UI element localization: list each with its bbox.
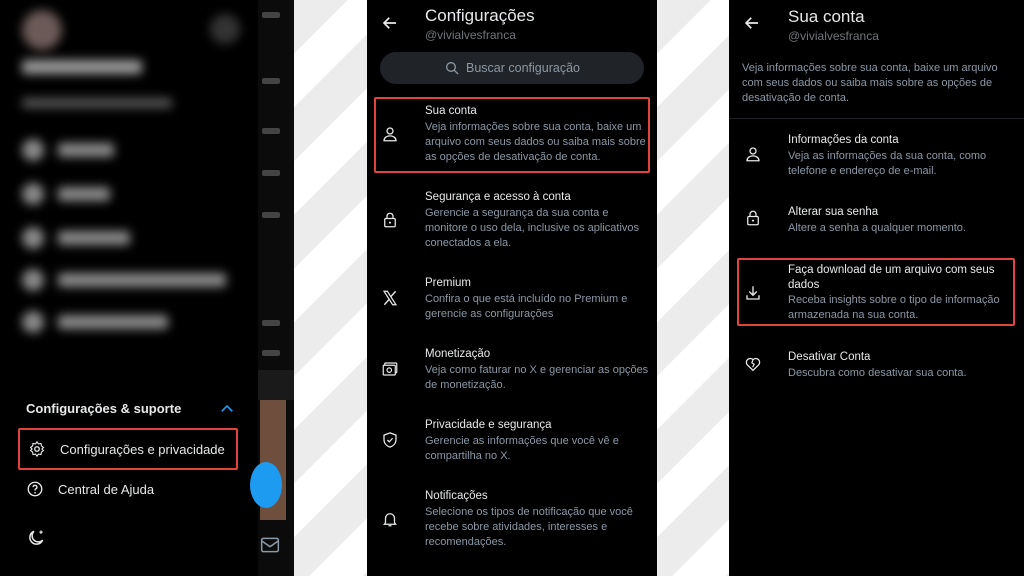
settings-item-title: Premium — [425, 277, 472, 289]
person-icon — [383, 127, 397, 142]
download-icon — [746, 286, 760, 300]
timeline-blurred-item — [262, 128, 280, 134]
search-placeholder: Buscar configuração — [466, 61, 580, 75]
settings-privacy-label: Configurações e privacidade — [60, 441, 225, 457]
mail-icon[interactable] — [260, 536, 280, 554]
menu-item-blurred[interactable] — [22, 311, 168, 333]
page-title: Sua conta — [788, 7, 865, 26]
profile-stats-blurred — [22, 98, 172, 108]
settings-item-title: Notificações — [425, 490, 488, 502]
account-item-description: Veja as informações da sua conta, como t… — [788, 150, 987, 177]
profile-name-blurred — [22, 60, 142, 74]
account-item-description: Receba insights sobre o tipo de informaç… — [788, 294, 1000, 321]
settings-item-description: Gerencie as informações que você vê e co… — [425, 435, 619, 462]
settings-item-security[interactable]: Segurança e acesso à conta Gerencie a se… — [375, 191, 651, 253]
settings-item-title: Segurança e acesso à conta — [425, 191, 571, 203]
side-menu-panel: Configurações & suporte Configurações e … — [0, 0, 294, 576]
background-pattern — [657, 0, 729, 576]
account-item-title: Alterar sua senha — [788, 206, 879, 218]
compose-button[interactable] — [250, 462, 282, 508]
settings-item-privacy[interactable]: Privacidade e segurança Gerencie as info… — [375, 419, 651, 465]
settings-item-title: Monetização — [425, 348, 491, 360]
settings-item-description: Veja informações sobre sua conta, baixe … — [425, 121, 646, 163]
timeline-card — [258, 370, 294, 400]
download-data-item[interactable]: Faça download de um arquivo com seus dad… — [737, 263, 1021, 323]
broken-heart-icon — [745, 357, 761, 372]
settings-privacy-item[interactable]: Configurações e privacidade — [18, 428, 238, 470]
account-item-description: Descubra como desativar sua conta. — [788, 367, 967, 379]
settings-panel: Configurações @vivialvesfranca Buscar co… — [367, 0, 657, 576]
x-logo-icon — [382, 290, 398, 306]
menu-item-blurred[interactable] — [22, 227, 130, 249]
settings-item-description: Confira o que está incluído no Premium e… — [425, 293, 628, 320]
settings-item-monetization[interactable]: Monetização Veja como faturar no X e ger… — [375, 348, 651, 394]
menu-item-blurred[interactable] — [22, 269, 226, 291]
divider — [729, 118, 1024, 119]
help-center-label: Central de Ajuda — [58, 481, 155, 497]
help-center-item[interactable]: Central de Ajuda — [18, 468, 154, 510]
person-icon — [746, 147, 760, 162]
settings-support-heading[interactable]: Configurações & suporte — [26, 401, 181, 416]
timeline-blurred-item — [262, 320, 280, 326]
settings-item-description: Gerencie a segurança da sua conta e moni… — [425, 207, 640, 249]
background-pattern — [294, 0, 367, 576]
shield-icon — [383, 432, 397, 448]
account-info-item[interactable]: Informações da conta Veja as informações… — [737, 133, 1021, 181]
user-handle: @vivialvesfranca — [788, 29, 879, 43]
account-item-title: Desativar Conta — [788, 351, 871, 363]
menu-item-blurred[interactable] — [22, 183, 110, 205]
account-intro-text: Veja informações sobre sua conta, baixe … — [742, 62, 998, 104]
help-icon — [27, 481, 43, 497]
settings-item-title: Privacidade e segurança — [425, 419, 552, 431]
bell-icon — [383, 513, 397, 527]
account-item-title: Informações da conta — [788, 134, 899, 146]
back-arrow-icon[interactable] — [743, 14, 761, 32]
search-icon — [446, 62, 459, 75]
menu-item-blurred[interactable] — [22, 139, 114, 161]
account-item-description: Altere a senha a qualquer momento. — [788, 222, 966, 234]
lock-icon — [384, 212, 396, 228]
money-icon — [382, 362, 398, 376]
chevron-up-icon[interactable] — [218, 400, 236, 418]
your-account-panel: Sua conta @vivialvesfranca Veja informaç… — [729, 0, 1024, 576]
deactivate-account-item[interactable]: Desativar Conta Descubra como desativar … — [737, 350, 1021, 384]
timeline-blurred-item — [262, 78, 280, 84]
settings-item-title: Sua conta — [425, 105, 477, 117]
account-switch-icon[interactable] — [210, 14, 240, 44]
timeline-blurred-item — [262, 212, 280, 218]
user-handle: @vivialvesfranca — [425, 28, 516, 42]
timeline-blurred-item — [262, 170, 280, 176]
account-item-title: Faça download de um arquivo com seus dad… — [788, 264, 995, 291]
timeline-blurred-item — [262, 12, 280, 18]
settings-item-premium[interactable]: Premium Confira o que está incluído no P… — [375, 277, 651, 323]
lock-icon — [747, 210, 759, 226]
gear-icon — [29, 440, 45, 458]
timeline-blurred-item — [262, 350, 280, 356]
search-settings-input[interactable]: Buscar configuração — [380, 52, 644, 84]
avatar[interactable] — [22, 10, 62, 50]
dark-mode-icon[interactable] — [26, 528, 46, 548]
settings-item-your-account[interactable]: Sua conta Veja informações sobre sua con… — [375, 105, 651, 167]
back-arrow-icon[interactable] — [381, 14, 399, 32]
settings-item-notifications[interactable]: Notificações Selecione os tipos de notif… — [375, 490, 651, 552]
page-title: Configurações — [425, 6, 535, 25]
change-password-item[interactable]: Alterar sua senha Altere a senha a qualq… — [737, 205, 1021, 239]
settings-item-description: Veja como faturar no X e gerenciar as op… — [425, 364, 649, 391]
settings-item-description: Selecione os tipos de notificação que vo… — [425, 506, 633, 548]
